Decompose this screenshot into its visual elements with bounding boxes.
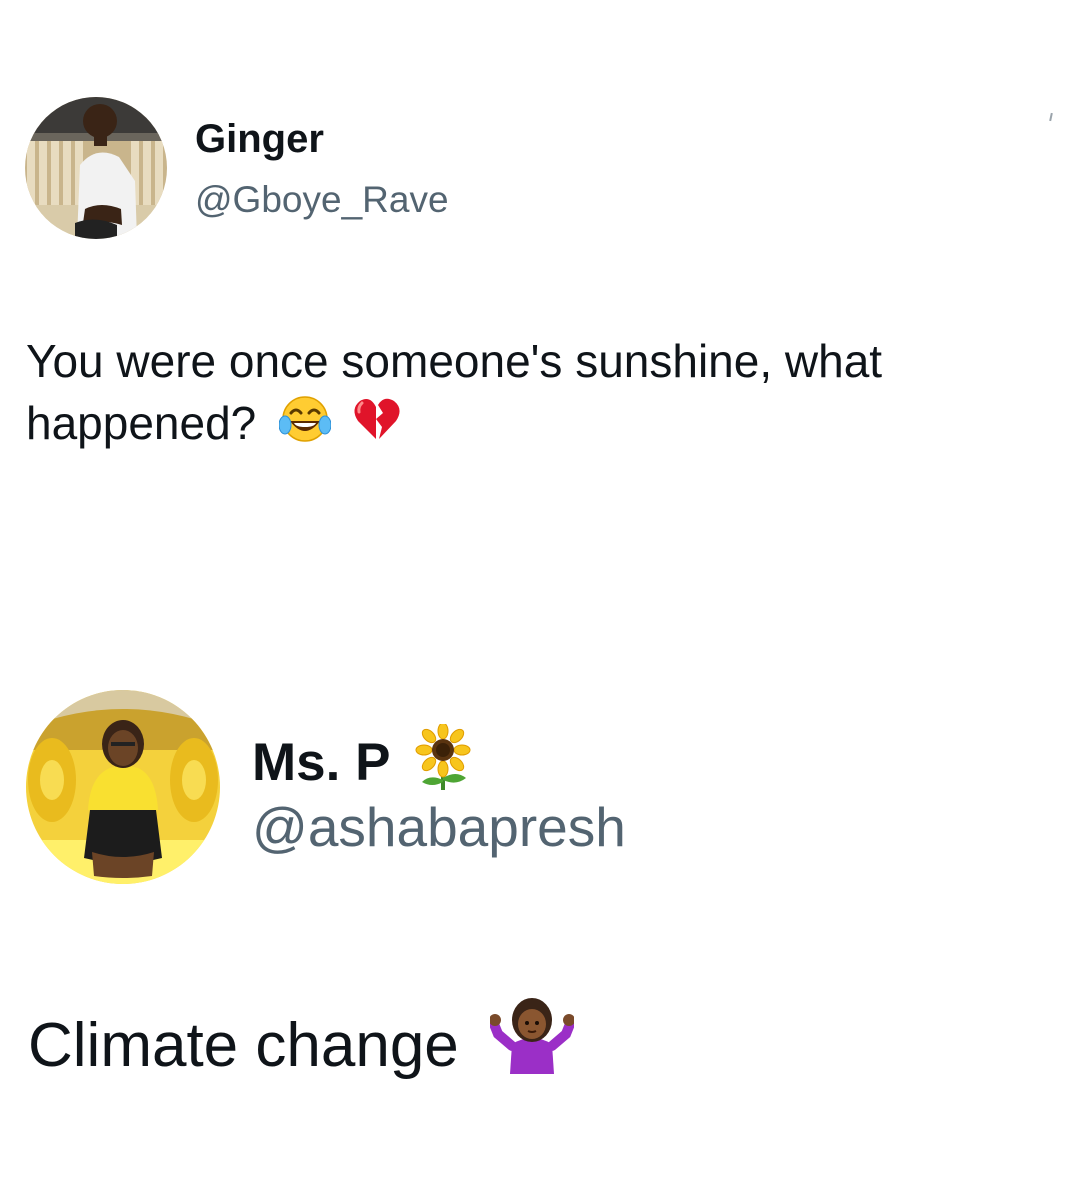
author-handle[interactable]: @Gboye_Rave <box>195 181 449 218</box>
tweet-text: You were once someone's sunshine, what h… <box>26 330 882 460</box>
author-name[interactable]: Ginger <box>195 119 324 159</box>
tweet-ginger: Ginger @Gboye_Rave You were once someone… <box>0 0 1080 560</box>
tweet-text-label: Climate change <box>28 1011 459 1080</box>
author-name-label: Ms. P <box>252 733 390 792</box>
tweet-text-line-2: happened? <box>26 392 882 460</box>
tweet-text-line-2-label: happened? <box>26 397 257 449</box>
avatar[interactable] <box>26 690 220 884</box>
profile-photo-ginger <box>25 97 167 239</box>
tears-of-joy-icon <box>278 393 332 460</box>
woman-shrugging-icon <box>489 994 576 1094</box>
tweet-text-line-1: You were once someone's sunshine, what <box>26 335 883 387</box>
corner-mark <box>1049 112 1053 122</box>
broken-heart-icon <box>350 393 402 460</box>
author-handle[interactable]: @ashabapresh <box>252 800 626 855</box>
tweet-text: Climate change <box>28 994 576 1094</box>
avatar[interactable] <box>25 97 167 239</box>
profile-photo-ms-p <box>26 690 220 884</box>
sunflower-icon <box>412 722 474 801</box>
tweet-ms-p: Ms. P @ashabapresh Climate change <box>0 560 1080 1181</box>
author-name[interactable]: Ms. P <box>252 722 474 801</box>
